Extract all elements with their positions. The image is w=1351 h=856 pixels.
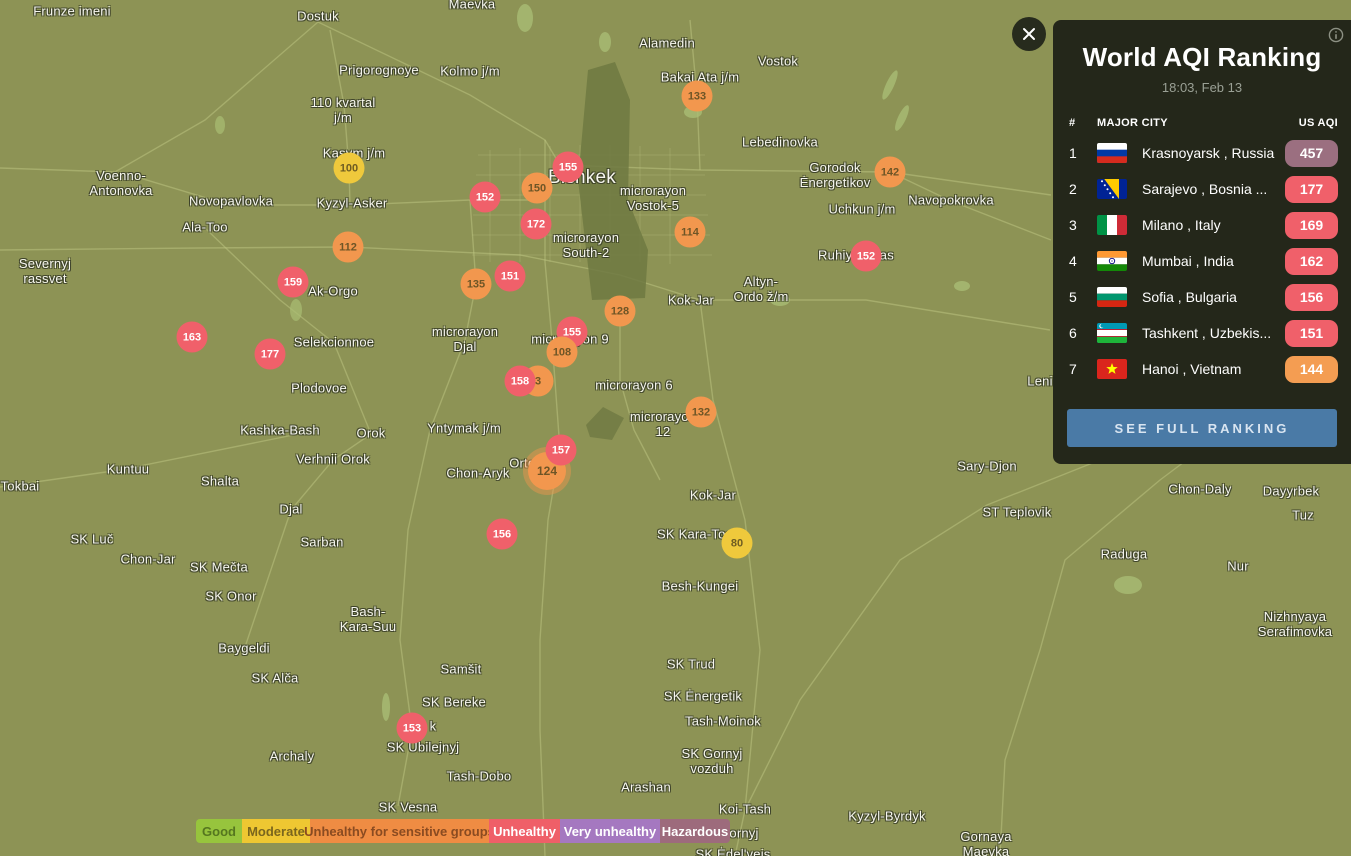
- rank-number: 4: [1069, 253, 1097, 269]
- city-name: Mumbai , India: [1142, 253, 1285, 269]
- aqi-value-badge: 144: [1285, 356, 1338, 383]
- legend-item: Very unhealthy: [560, 819, 660, 843]
- bosnia-flag-icon: [1097, 179, 1127, 199]
- aqi-station-marker[interactable]: 152: [470, 182, 501, 213]
- aqi-station-marker[interactable]: 132: [686, 397, 717, 428]
- column-header-aqi: US AQI: [1299, 117, 1338, 129]
- rank-number: 6: [1069, 325, 1097, 341]
- panel-title: World AQI Ranking: [1053, 42, 1351, 73]
- aqi-station-marker[interactable]: 157: [546, 435, 577, 466]
- column-header-city: MAJOR CITY: [1097, 117, 1299, 129]
- legend-item: Good: [196, 819, 242, 843]
- aqi-value-badge: 177: [1285, 176, 1338, 203]
- ranking-row[interactable]: 3 Milano , Italy169: [1053, 207, 1351, 243]
- uzbekistan-flag-icon: [1097, 323, 1127, 343]
- aqi-station-marker[interactable]: 163: [177, 322, 208, 353]
- aqi-station-marker[interactable]: 156: [487, 519, 518, 550]
- aqi-value-badge: 156: [1285, 284, 1338, 311]
- rank-number: 2: [1069, 181, 1097, 197]
- rank-number: 3: [1069, 217, 1097, 233]
- close-button[interactable]: [1012, 17, 1046, 51]
- aqi-station-marker[interactable]: 108: [547, 337, 578, 368]
- vietnam-flag-icon: [1097, 359, 1127, 379]
- legend-item: Unhealthy for sensitive groups: [310, 819, 489, 843]
- aqi-station-marker[interactable]: 150: [522, 173, 553, 204]
- city-name: Milano , Italy: [1142, 217, 1285, 233]
- aqi-station-marker[interactable]: 159: [278, 267, 309, 298]
- city-name: Tashkent , Uzbekis...: [1142, 325, 1285, 341]
- aqi-legend: GoodModerateUnhealthy for sensitive grou…: [196, 819, 730, 843]
- aqi-value-badge: 162: [1285, 248, 1338, 275]
- park-polygons: [215, 4, 1142, 721]
- aqi-station-marker[interactable]: 112: [333, 232, 364, 263]
- ranking-row[interactable]: 6 Tashkent , Uzbekis...151: [1053, 315, 1351, 351]
- aqi-station-marker[interactable]: 172: [521, 209, 552, 240]
- aqi-value-badge: 151: [1285, 320, 1338, 347]
- aqi-station-marker[interactable]: 128: [605, 296, 636, 327]
- italy-flag-icon: [1097, 215, 1127, 235]
- rank-number: 5: [1069, 289, 1097, 305]
- aqi-map-app: Frunze imeniDostukMaevkaAlamedinKolmo j/…: [0, 0, 1351, 856]
- aqi-station-marker[interactable]: 142: [875, 157, 906, 188]
- ranking-rows: 1Krasnoyarsk , Russia4572Sarajevo , Bosn…: [1053, 135, 1351, 387]
- see-full-ranking-button[interactable]: SEE FULL RANKING: [1067, 409, 1337, 447]
- aqi-station-marker[interactable]: 177: [255, 339, 286, 370]
- aqi-station-marker[interactable]: 80: [722, 528, 753, 559]
- ranking-row[interactable]: 5 Sofia , Bulgaria156: [1053, 279, 1351, 315]
- india-flag-icon: [1097, 251, 1127, 271]
- aqi-value-badge: 169: [1285, 212, 1338, 239]
- legend-item: Unhealthy: [489, 819, 560, 843]
- column-header-rank: #: [1069, 117, 1097, 129]
- ranking-row[interactable]: 2 Sarajevo , Bosnia ...177: [1053, 171, 1351, 207]
- world-aqi-ranking-panel: World AQI Ranking 18:03, Feb 13 # MAJOR …: [1053, 20, 1351, 464]
- aqi-station-marker[interactable]: 100: [334, 153, 365, 184]
- rank-number: 7: [1069, 361, 1097, 377]
- ranking-row[interactable]: 4 Mumbai , India162: [1053, 243, 1351, 279]
- aqi-station-marker[interactable]: 155: [553, 152, 584, 183]
- column-headers: # MAJOR CITY US AQI: [1053, 117, 1351, 129]
- close-icon: [1022, 27, 1036, 41]
- ranking-row[interactable]: 7 Hanoi , Vietnam144: [1053, 351, 1351, 387]
- aqi-station-marker[interactable]: 114: [675, 217, 706, 248]
- aqi-value-badge: 457: [1285, 140, 1338, 167]
- info-icon[interactable]: [1328, 27, 1344, 43]
- aqi-station-marker[interactable]: 135: [461, 269, 492, 300]
- aqi-station-marker[interactable]: 153: [397, 713, 428, 744]
- legend-item: Moderate: [242, 819, 310, 843]
- city-name: Krasnoyarsk , Russia: [1142, 145, 1285, 161]
- city-name: Hanoi , Vietnam: [1142, 361, 1285, 377]
- bulgaria-flag-icon: [1097, 287, 1127, 307]
- panel-timestamp: 18:03, Feb 13: [1053, 80, 1351, 95]
- aqi-station-marker[interactable]: 152: [851, 241, 882, 272]
- ranking-row[interactable]: 1 Krasnoyarsk , Russia457: [1053, 135, 1351, 171]
- city-name: Sofia , Bulgaria: [1142, 289, 1285, 305]
- legend-item: Hazardous: [660, 819, 730, 843]
- russia-flag-icon: [1097, 143, 1127, 163]
- city-name: Sarajevo , Bosnia ...: [1142, 181, 1285, 197]
- aqi-station-marker[interactable]: 151: [495, 261, 526, 292]
- aqi-station-marker[interactable]: 133: [682, 81, 713, 112]
- aqi-station-marker[interactable]: 158: [505, 366, 536, 397]
- rank-number: 1: [1069, 145, 1097, 161]
